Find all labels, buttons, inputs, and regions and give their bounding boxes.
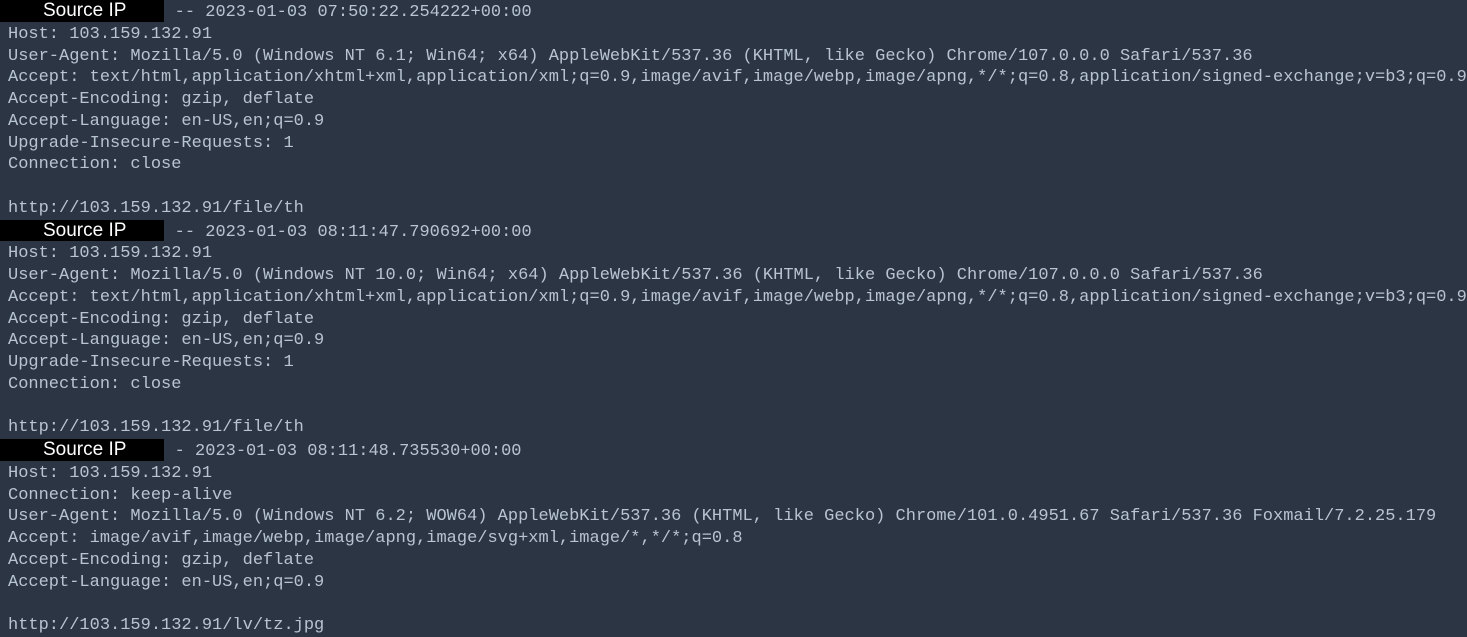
http-header-line: Host: 103.159.132.91 xyxy=(8,24,1459,46)
http-header-line: User-Agent: Mozilla/5.0 (Windows NT 10.0… xyxy=(8,265,1459,287)
http-header-line: Upgrade-Insecure-Requests: 1 xyxy=(8,352,1459,374)
http-header-line: Accept-Encoding: gzip, deflate xyxy=(8,309,1459,331)
log-entry: Source IP -- 2023-01-03 07:50:22.254222+… xyxy=(8,0,1459,220)
http-header-line: Accept-Encoding: gzip, deflate xyxy=(8,89,1459,111)
request-url: http://103.159.132.91/file/th xyxy=(8,198,1459,220)
timestamp-line: Source IP -- 2023-01-03 07:50:22.254222+… xyxy=(8,0,1459,24)
http-header-line: Host: 103.159.132.91 xyxy=(8,243,1459,265)
source-ip-label: Source IP xyxy=(0,220,164,242)
http-header-line: Connection: close xyxy=(8,154,1459,176)
source-ip-label: Source IP xyxy=(0,439,164,461)
http-header-line: Connection: keep-alive xyxy=(8,485,1459,507)
log-entry: Source IP -- 2023-01-03 08:11:47.790692+… xyxy=(8,220,1459,440)
http-header-line: Accept-Language: en-US,en;q=0.9 xyxy=(8,330,1459,352)
entry-timestamp: - 2023-01-03 08:11:48.735530+00:00 xyxy=(164,442,521,461)
http-header-line: User-Agent: Mozilla/5.0 (Windows NT 6.1;… xyxy=(8,46,1459,68)
blank-line xyxy=(8,396,1459,418)
http-header-line: Accept-Language: en-US,en;q=0.9 xyxy=(8,111,1459,133)
log-entry: Source IP - 2023-01-03 08:11:48.735530+0… xyxy=(8,439,1459,637)
http-header-line: User-Agent: Mozilla/5.0 (Windows NT 6.2;… xyxy=(8,506,1459,528)
blank-line xyxy=(8,176,1459,198)
log-output: Source IP -- 2023-01-03 07:50:22.254222+… xyxy=(0,0,1467,637)
request-url: http://103.159.132.91/lv/tz.jpg xyxy=(8,615,1459,637)
entry-timestamp: -- 2023-01-03 08:11:47.790692+00:00 xyxy=(164,223,531,242)
http-header-line: Host: 103.159.132.91 xyxy=(8,463,1459,485)
http-header-line: Accept: image/avif,image/webp,image/apng… xyxy=(8,528,1459,550)
blank-line xyxy=(8,593,1459,615)
timestamp-line: Source IP -- 2023-01-03 08:11:47.790692+… xyxy=(8,220,1459,244)
http-header-line: Accept: text/html,application/xhtml+xml,… xyxy=(8,67,1459,89)
http-header-line: Accept: text/html,application/xhtml+xml,… xyxy=(8,287,1459,309)
http-header-line: Accept-Encoding: gzip, deflate xyxy=(8,550,1459,572)
http-header-line: Accept-Language: en-US,en;q=0.9 xyxy=(8,572,1459,594)
http-header-line: Upgrade-Insecure-Requests: 1 xyxy=(8,133,1459,155)
source-ip-label: Source IP xyxy=(0,0,164,22)
http-header-line: Connection: close xyxy=(8,374,1459,396)
timestamp-line: Source IP - 2023-01-03 08:11:48.735530+0… xyxy=(8,439,1459,463)
entry-timestamp: -- 2023-01-03 07:50:22.254222+00:00 xyxy=(164,3,531,22)
request-url: http://103.159.132.91/file/th xyxy=(8,417,1459,439)
